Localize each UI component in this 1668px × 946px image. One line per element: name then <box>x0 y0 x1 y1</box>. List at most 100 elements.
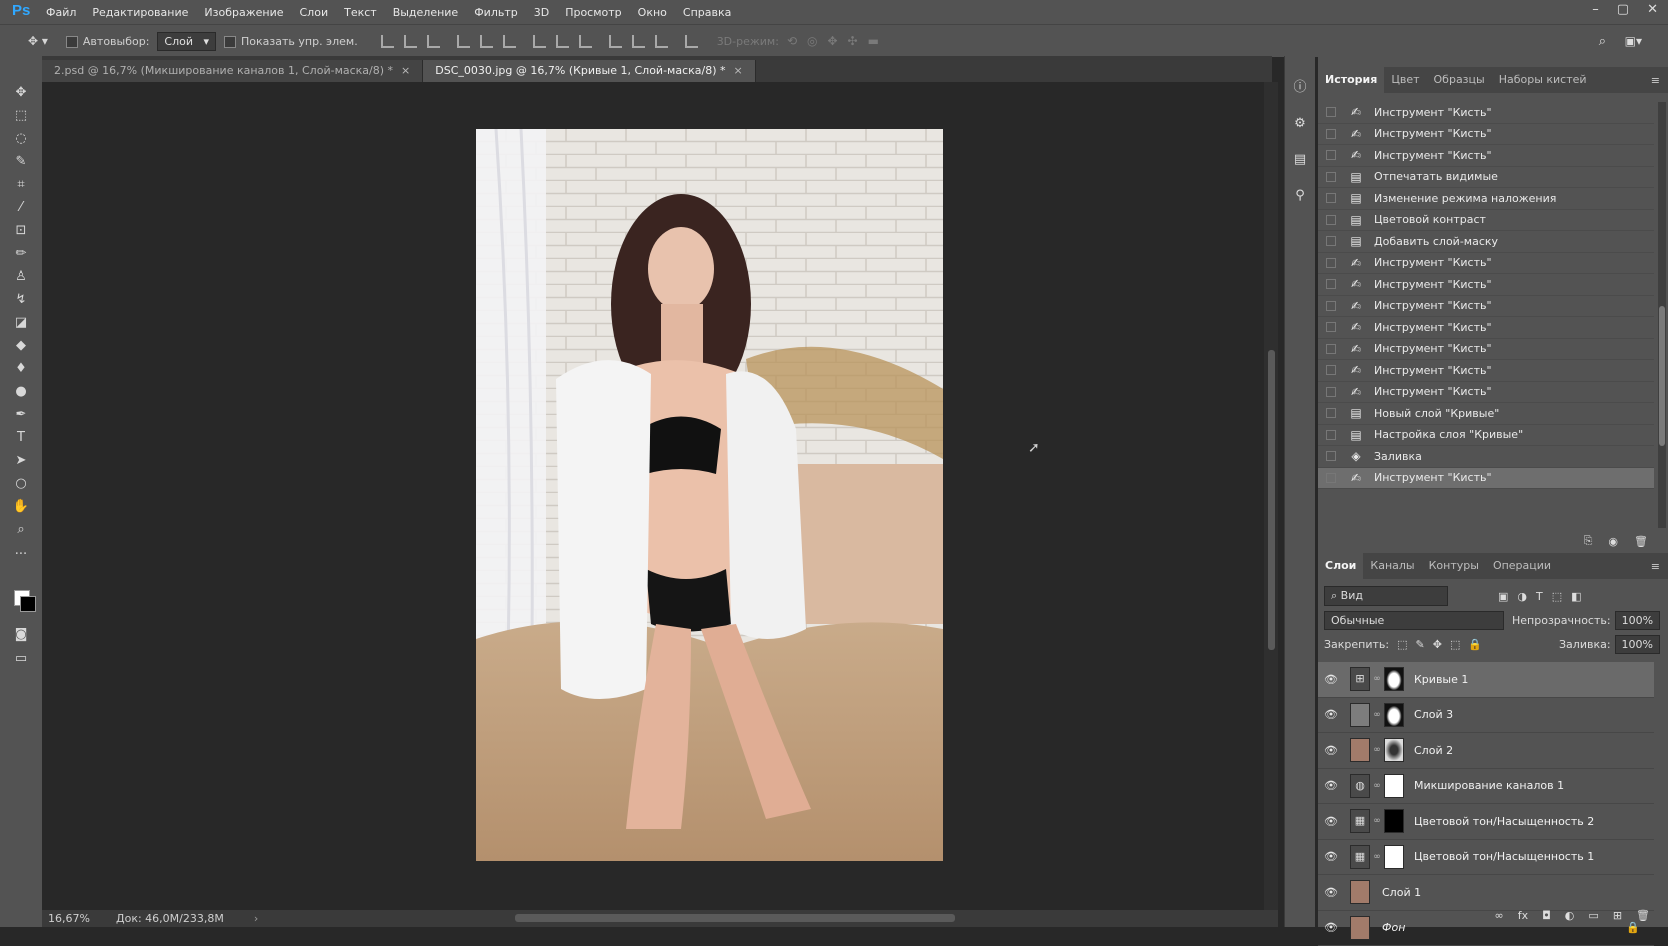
layer-row[interactable]: 👁⊞∞Кривые 1 <box>1318 662 1654 698</box>
stamp-tool-icon[interactable]: ♙ <box>12 268 30 286</box>
history-item[interactable]: ✍Инструмент "Кисть" <box>1318 145 1654 167</box>
distribute-left-icon[interactable] <box>609 35 622 48</box>
history-source-toggle[interactable] <box>1326 451 1336 461</box>
history-source-toggle[interactable] <box>1326 473 1336 483</box>
align-top-icon[interactable] <box>381 35 394 48</box>
history-source-toggle[interactable] <box>1326 430 1336 440</box>
menu-image[interactable]: Изображение <box>196 6 291 19</box>
history-item[interactable]: ✍Инструмент "Кисть" <box>1318 468 1654 490</box>
tab-paths[interactable]: Контуры <box>1422 553 1486 579</box>
zoom-tool-icon[interactable]: ⌕ <box>12 521 30 539</box>
history-source-toggle[interactable] <box>1326 258 1336 268</box>
menu-3d[interactable]: 3D <box>526 6 557 19</box>
link-icon[interactable]: ∞ <box>1372 816 1382 826</box>
history-item[interactable]: ▤Новый слой "Кривые" <box>1318 403 1654 425</box>
history-item[interactable]: ✍Инструмент "Кисть" <box>1318 253 1654 275</box>
blend-mode-dropdown[interactable]: Обычные <box>1324 611 1504 630</box>
move-tool-preset-icon[interactable]: ✥ ▾ <box>28 34 48 48</box>
quick-mask-icon[interactable]: ◙ <box>12 626 30 644</box>
align-vcenter-icon[interactable] <box>404 35 417 48</box>
libraries-icon[interactable]: ▤ <box>1292 152 1308 168</box>
marquee-tool-icon[interactable]: ⬚ <box>12 107 30 125</box>
new-snapshot-icon[interactable]: ◉ <box>1608 535 1618 548</box>
link-icon[interactable]: ∞ <box>1372 781 1382 791</box>
link-icon[interactable]: ∞ <box>1372 710 1382 720</box>
menu-layers[interactable]: Слои <box>292 6 337 19</box>
eye-icon[interactable]: 👁 <box>1318 779 1344 792</box>
menu-select[interactable]: Выделение <box>385 6 467 19</box>
tab-document-1[interactable]: 2.psd @ 16,7% (Микширование каналов 1, С… <box>42 60 423 82</box>
layer-filter-dropdown[interactable]: ⌕ Вид <box>1324 586 1448 606</box>
new-layer-icon[interactable]: ⊞ <box>1613 909 1622 922</box>
tab-brush-presets[interactable]: Наборы кистей <box>1492 67 1594 93</box>
layer-thumbnail[interactable] <box>1350 703 1370 727</box>
link-icon[interactable]: ∞ <box>1372 852 1382 862</box>
add-mask-icon[interactable]: ◘ <box>1542 909 1551 922</box>
vertical-scroll-thumb[interactable] <box>1268 350 1275 650</box>
lasso-tool-icon[interactable]: ◌ <box>12 130 30 148</box>
layer-name[interactable]: Кривые 1 <box>1414 673 1468 686</box>
history-item[interactable]: ▤Добавить слой-маску <box>1318 231 1654 253</box>
history-source-toggle[interactable] <box>1326 365 1336 375</box>
menu-view[interactable]: Просмотр <box>557 6 629 19</box>
align-hcenter-icon[interactable] <box>480 35 493 48</box>
history-item[interactable]: ◈Заливка <box>1318 446 1654 468</box>
brush-tool-icon[interactable]: ✏ <box>12 245 30 263</box>
panel-menu-icon[interactable]: ≡ <box>1651 74 1660 87</box>
workspace-icon[interactable]: ▣▾ <box>1625 34 1642 48</box>
history-source-toggle[interactable] <box>1326 129 1336 139</box>
history-source-toggle[interactable] <box>1326 322 1336 332</box>
fill-field[interactable]: 100% <box>1615 635 1660 654</box>
menu-filter[interactable]: Фильтр <box>466 6 526 19</box>
type-tool-icon[interactable]: T <box>12 429 30 447</box>
history-item[interactable]: ▤Цветовой контраст <box>1318 210 1654 232</box>
autoselect-checkbox[interactable] <box>66 35 83 48</box>
eye-icon[interactable]: 👁 <box>1318 815 1344 828</box>
restore-button[interactable]: ▢ <box>1617 2 1629 17</box>
panel-menu-icon[interactable]: ≡ <box>1651 560 1660 573</box>
layer-thumbnail[interactable] <box>1350 880 1370 904</box>
path-select-tool-icon[interactable]: ➤ <box>12 452 30 470</box>
menu-help[interactable]: Справка <box>675 6 739 19</box>
opacity-field[interactable]: 100% <box>1615 611 1660 630</box>
history-item[interactable]: ▤Отпечатать видимые <box>1318 167 1654 189</box>
layer-row[interactable]: 👁▦∞Цветовой тон/Насыщенность 1 <box>1318 840 1654 876</box>
tab-document-2[interactable]: DSC_0030.jpg @ 16,7% (Кривые 1, Слой-мас… <box>423 60 755 82</box>
status-arrow-icon[interactable]: › <box>254 912 258 925</box>
horizontal-scroll-thumb[interactable] <box>515 914 955 922</box>
delete-state-icon[interactable]: 🗑 <box>1634 535 1648 548</box>
blur-tool-icon[interactable]: ♦ <box>12 360 30 378</box>
autoselect-dropdown[interactable]: Слой▾ <box>157 32 216 51</box>
quick-select-tool-icon[interactable]: ✎ <box>12 153 30 171</box>
history-source-toggle[interactable] <box>1326 107 1336 117</box>
align-left-icon[interactable] <box>457 35 470 48</box>
align-right-icon[interactable] <box>503 35 516 48</box>
layer-row[interactable]: 👁◍∞Микширование каналов 1 <box>1318 769 1654 805</box>
align-bottom-icon[interactable] <box>427 35 440 48</box>
show-controls-checkbox[interactable] <box>224 35 241 48</box>
layer-name[interactable]: Слой 2 <box>1414 744 1453 757</box>
close-icon[interactable]: × <box>734 64 743 77</box>
tab-layers[interactable]: Слои <box>1318 553 1363 579</box>
history-source-toggle[interactable] <box>1326 408 1336 418</box>
close-window-button[interactable]: ✕ <box>1647 2 1658 17</box>
close-icon[interactable]: × <box>401 64 410 77</box>
layer-thumbnail[interactable] <box>1350 738 1370 762</box>
menu-edit[interactable]: Редактирование <box>84 6 196 19</box>
distribute-right-icon[interactable] <box>655 35 668 48</box>
history-item[interactable]: ✍Инструмент "Кисть" <box>1318 339 1654 361</box>
history-item[interactable]: ▤Изменение режима наложения <box>1318 188 1654 210</box>
crop-tool-icon[interactable]: ⌗ <box>12 176 30 194</box>
eye-icon[interactable]: 👁 <box>1318 708 1344 721</box>
layer-mask-thumbnail[interactable] <box>1384 809 1404 833</box>
tab-actions[interactable]: Операции <box>1486 553 1558 579</box>
layer-name[interactable]: Слой 3 <box>1414 708 1453 721</box>
distribute-hcenter-icon[interactable] <box>632 35 645 48</box>
layer-row[interactable]: 👁▦∞Цветовой тон/Насыщенность 2 <box>1318 804 1654 840</box>
distribute-vcenter-icon[interactable] <box>556 35 569 48</box>
eye-icon[interactable]: 👁 <box>1318 744 1344 757</box>
layer-filter-icons[interactable]: ▣◑T⬚◧ <box>1498 590 1591 603</box>
shape-tool-icon[interactable]: ○ <box>12 475 30 493</box>
distribute-bottom-icon[interactable] <box>579 35 592 48</box>
history-item[interactable]: ✍Инструмент "Кисть" <box>1318 124 1654 146</box>
